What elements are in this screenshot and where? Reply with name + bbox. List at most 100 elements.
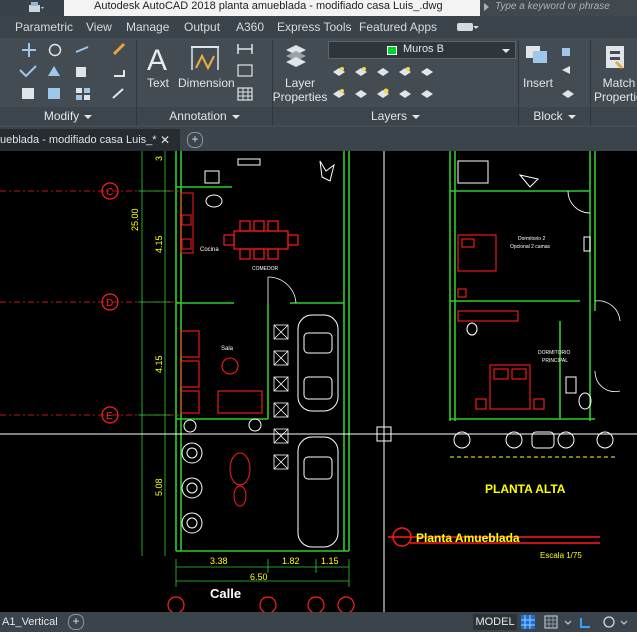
room-label-dining: COMEDOR xyxy=(252,266,279,272)
motorcycle xyxy=(229,452,251,507)
chevron-down-icon xyxy=(567,114,576,119)
block-panel-title[interactable]: Block xyxy=(519,107,590,125)
modify-panel-label: Modify xyxy=(43,109,80,123)
floor-plan-drawing[interactable]: C D E 25.00 4.15 4.15 5.08 3 Cocina COME… xyxy=(0,151,637,612)
match-properties-icon[interactable] xyxy=(606,46,624,70)
dim-bottom-1: 3.38 xyxy=(210,556,228,566)
new-tab-plus-icon[interactable]: + xyxy=(187,132,203,148)
tab-a360[interactable]: A360 xyxy=(236,20,264,34)
layout-tab[interactable]: A1_Vertical xyxy=(2,612,58,632)
ortho-mode-icon xyxy=(580,618,590,628)
master-bath-fixtures xyxy=(466,322,592,410)
match-properties-label-1[interactable]: Match xyxy=(596,76,637,90)
search-arrow-icon xyxy=(484,3,489,11)
annotation-panel-title[interactable]: Annotation xyxy=(137,107,272,125)
layers-panel-label: Layers xyxy=(370,109,408,123)
dim-vertical-total: 25.00 xyxy=(130,208,140,231)
title-bar: Autodesk AutoCAD 2018 planta amueblada -… xyxy=(0,0,637,16)
document-tab-bar: ueblada - modifiado casa Luis_* ✕ + xyxy=(0,127,637,151)
chevron-down-icon xyxy=(564,620,572,625)
room-label-bedroom2-line2: Opcional 2 camas xyxy=(510,244,551,250)
car-outline xyxy=(297,314,339,548)
living-room-furniture xyxy=(180,330,263,414)
layers-panel-title[interactable]: Layers xyxy=(273,107,518,125)
current-layer-name: Muros B xyxy=(403,43,444,55)
scale-label: Escala 1/75 xyxy=(540,551,582,560)
status-bar: A1_Vertical + MODEL xyxy=(0,612,637,632)
modify-tool-icons[interactable] xyxy=(19,42,126,100)
chevron-down-icon xyxy=(231,114,240,119)
upper-floor-walls xyxy=(449,151,596,421)
svg-text:A: A xyxy=(147,44,167,77)
add-layout-plus-icon[interactable]: + xyxy=(68,614,84,630)
chevron-down-icon xyxy=(502,49,510,53)
match-properties-label-2[interactable]: Propertie xyxy=(594,90,637,104)
room-label-master-line1: DORMITORIO xyxy=(538,350,571,356)
annotation-tool-icons[interactable]: A xyxy=(147,44,253,101)
tab-express-tools[interactable]: Express Tools xyxy=(277,20,351,34)
quick-access-toolbar[interactable] xyxy=(0,0,64,16)
dining-table xyxy=(223,220,299,260)
dim-vertical-1: 4.15 xyxy=(154,235,164,253)
dimension-button-label[interactable]: Dimension xyxy=(178,76,235,90)
bedroom-2-furniture xyxy=(457,234,497,298)
layer-properties-label-1[interactable]: Layer xyxy=(272,76,328,90)
furnished-plan-title: Planta Amueblada xyxy=(416,531,520,545)
block-panel-label: Block xyxy=(533,109,563,123)
layer-dropdown[interactable]: Muros B xyxy=(328,41,516,59)
model-space-button[interactable]: MODEL xyxy=(473,614,517,630)
grid-label-c: C xyxy=(106,187,113,198)
room-label-kitchen: Cocina xyxy=(200,247,219,253)
dim-bottom-2: 1.82 xyxy=(282,556,300,566)
layer-properties-label-2[interactable]: Properties xyxy=(272,90,328,104)
text-button-label[interactable]: Text xyxy=(140,76,176,90)
layer-color-swatch xyxy=(387,46,397,55)
bottom-grid-bubbles xyxy=(167,596,355,612)
snap-mode-icon xyxy=(544,615,558,629)
grid-label-e: E xyxy=(106,411,113,422)
plot-icon[interactable] xyxy=(28,2,44,14)
room-label-bedroom2-line1: Dormitorio 2 xyxy=(518,236,545,242)
parking-pavers xyxy=(273,324,289,470)
grid-label-d: D xyxy=(106,298,113,309)
tab-parametric[interactable]: Parametric xyxy=(15,20,73,34)
bathroom-fixtures xyxy=(204,158,335,208)
document-tab[interactable]: ueblada - modifiado casa Luis_* ✕ xyxy=(0,129,180,151)
room-label-living: Sala xyxy=(221,346,234,352)
drawing-canvas[interactable]: C D E 25.00 4.15 4.15 5.08 3 Cocina COME… xyxy=(0,151,637,612)
insert-block-icon[interactable] xyxy=(526,46,574,98)
dim-vertical-top: 3 xyxy=(154,156,164,161)
video-icon[interactable] xyxy=(457,23,479,31)
search-placeholder: Type a keyword or phrase xyxy=(495,1,610,12)
kitchen-furniture xyxy=(180,192,194,254)
search-box[interactable]: Type a keyword or phrase xyxy=(480,0,637,16)
insert-button-label[interactable]: Insert xyxy=(520,76,556,90)
chevron-down-icon xyxy=(620,620,628,625)
chevron-down-icon xyxy=(412,114,421,119)
dim-vertical-2: 4.15 xyxy=(154,355,164,373)
document-tab-label: ueblada - modifiado casa Luis_* xyxy=(0,134,157,146)
annotation-panel-label: Annotation xyxy=(169,109,227,123)
dim-bottom-total: 6.50 xyxy=(250,572,268,582)
close-icon[interactable]: ✕ xyxy=(160,129,170,151)
tab-manage[interactable]: Manage xyxy=(126,20,169,34)
grid-display-icon xyxy=(521,615,535,629)
properties-panel-title[interactable] xyxy=(591,107,637,125)
window-title: Autodesk AutoCAD 2018 planta amueblada -… xyxy=(64,0,480,16)
modify-panel-title[interactable]: Modify xyxy=(0,107,136,125)
tab-output[interactable]: Output xyxy=(184,20,220,34)
grid-lines xyxy=(0,190,180,416)
upper-floor-doors xyxy=(567,190,621,392)
door-swing xyxy=(267,276,297,304)
tab-featured-apps[interactable]: Featured Apps xyxy=(359,20,437,34)
tab-view[interactable]: View xyxy=(86,20,112,34)
dim-vertical-3: 5.08 xyxy=(154,478,164,496)
status-toggle-icons[interactable] xyxy=(517,612,637,632)
layer-properties-icon[interactable] xyxy=(286,45,306,67)
chevron-down-icon xyxy=(84,114,93,119)
polar-tracking-icon xyxy=(603,616,615,628)
room-label-master-line2: PRINCIPAL xyxy=(542,358,568,364)
ribbon-tab-bar: Parametric View Manage Output A360 Expre… xyxy=(0,16,637,38)
upper-floor-title: PLANTA ALTA xyxy=(485,482,566,496)
dim-bottom-3: 1.15 xyxy=(321,556,339,566)
